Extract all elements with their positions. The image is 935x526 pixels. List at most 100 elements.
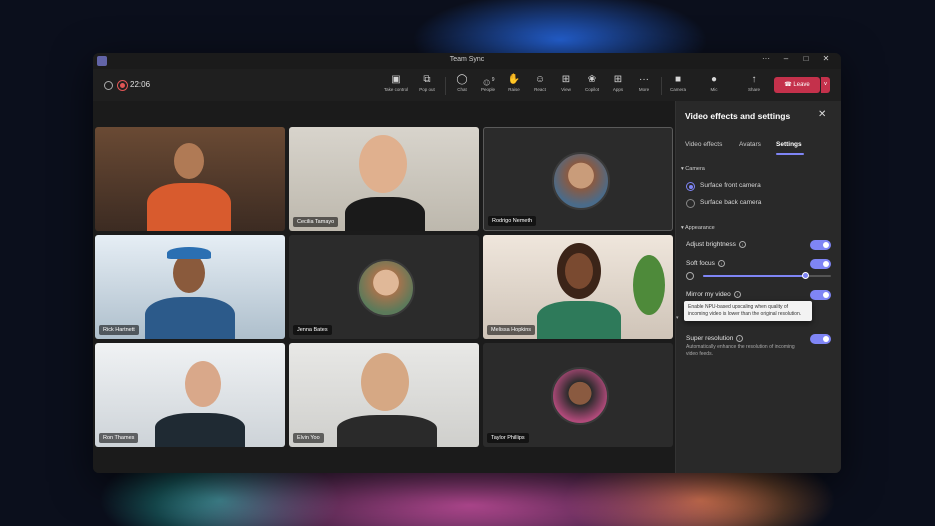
leave-button[interactable]: ☎ Leave [774, 77, 820, 93]
participant-avatar [552, 152, 610, 210]
react-button[interactable]: ☺ React [527, 74, 553, 98]
radio-surface-front-camera[interactable] [686, 182, 695, 191]
participant-name: Elvin Yoo [293, 433, 324, 443]
participant-video [337, 415, 437, 447]
surface-front-camera-label: Surface front camera [700, 182, 761, 189]
react-label: React [534, 87, 546, 92]
video-tile[interactable]: Jenna Bates [289, 235, 479, 339]
more-icon: ··· [639, 74, 649, 85]
maximize-button[interactable]: □ [799, 54, 813, 63]
more-options-icon[interactable]: ··· [759, 54, 773, 63]
video-tile[interactable]: Melissa Hopkins [483, 235, 673, 339]
participant-face [185, 361, 221, 407]
super-resolution-description: Automatically enhance the resolution of … [686, 344, 795, 357]
meeting-timer: 22:06 [130, 80, 151, 89]
participant-video [345, 197, 425, 231]
mirror-my-video-toggle[interactable] [810, 290, 831, 300]
plant [633, 255, 665, 315]
super-resolution-text: Super resolution [686, 335, 734, 343]
share-icon: ↑ [751, 74, 757, 85]
people-icon-wrap: ☺9 [475, 74, 501, 88]
meeting-toolbar: 22:06 ▣ Take control ⧉ Pop out ◯ Chat ☺9… [93, 69, 841, 102]
video-tile[interactable]: Elvin Yoo [289, 343, 479, 447]
super-resolution-toggle[interactable] [810, 334, 831, 344]
video-tile[interactable]: Cecilia Tamayo [289, 127, 479, 231]
close-panel-icon[interactable]: ✕ [818, 109, 826, 120]
window-title: Team Sync [449, 56, 485, 63]
soft-focus-toggle[interactable] [810, 259, 831, 269]
camera-label: Camera [669, 87, 686, 92]
participant-face [361, 353, 409, 411]
surface-back-camera-label: Surface back camera [700, 199, 762, 206]
more-button[interactable]: ··· More [631, 74, 657, 98]
video-tile[interactable]: Rick Hartnett [95, 235, 285, 339]
phone-icon: ☎ [784, 82, 792, 88]
copilot-label: Copilot [584, 87, 599, 92]
copilot-button[interactable]: ❀ Copilot [579, 74, 605, 98]
apps-icon: ⊞ [613, 74, 623, 85]
adjust-brightness-text: Adjust brightness [686, 241, 736, 249]
adjust-brightness-toggle[interactable] [810, 240, 831, 250]
raise-hand-icon: ✋ [507, 74, 521, 85]
appearance-section-label: Appearance [685, 225, 715, 231]
apps-button[interactable]: ⊞ Apps [605, 74, 631, 98]
participant-name: Rick Hartnett [99, 325, 139, 335]
radio-surface-back-camera[interactable] [686, 199, 695, 208]
mic-icon: ● [710, 74, 718, 85]
participant-name: Cecilia Tamayo [293, 217, 339, 227]
tooltip-pointer-icon: ▾ [676, 315, 679, 321]
participant-name: Taylor Phillips [487, 433, 529, 443]
take-control-label: Take control [383, 87, 409, 92]
chat-label: Chat [457, 87, 467, 92]
chat-button[interactable]: ◯ Chat [449, 74, 475, 98]
pop-out-label: Pop out [419, 87, 435, 92]
tab-video-effects[interactable]: Video effects [685, 141, 722, 148]
camera-section-header[interactable]: ▾ Camera [681, 166, 705, 172]
participant-video [145, 297, 235, 339]
appearance-section-header[interactable]: ▾ Appearance [681, 225, 715, 231]
video-tile[interactable]: Taylor Phillips [483, 343, 673, 447]
soft-focus-slider-thumb[interactable] [801, 272, 809, 279]
teams-meeting-window: Team Sync ··· – □ ✕ 22:06 ▣ Take control… [93, 53, 841, 473]
camera-button[interactable]: ■ Camera [665, 74, 691, 98]
mic-label: Mic [710, 87, 718, 92]
camera-icon: ■ [674, 74, 682, 85]
video-tile[interactable] [95, 127, 285, 231]
close-window-button[interactable]: ✕ [819, 54, 833, 63]
chat-icon: ◯ [456, 74, 468, 85]
mic-button[interactable]: ● Mic [701, 74, 727, 98]
raise-hand-button[interactable]: ✋ Raise [501, 74, 527, 98]
video-tile[interactable]: Rodrigo Nemeth [483, 127, 673, 231]
participant-video [147, 183, 231, 231]
share-button[interactable]: ↑ Share [741, 74, 767, 98]
leave-options-chevron-icon[interactable]: ˅ [821, 77, 830, 93]
video-stage: Cecilia Tamayo Rodrigo Nemeth Rick Hartn… [93, 101, 675, 473]
soft-focus-slider[interactable] [703, 272, 831, 279]
soft-focus-text: Soft focus [686, 260, 715, 268]
more-label: More [638, 87, 650, 92]
tab-avatars[interactable]: Avatars [739, 141, 761, 148]
view-button[interactable]: ⊞ View [553, 74, 579, 98]
view-icon: ⊞ [561, 74, 571, 85]
participant-video [537, 301, 621, 339]
minimize-button[interactable]: – [779, 54, 793, 63]
participant-avatar [357, 259, 415, 317]
camera-section-label: Camera [685, 166, 705, 172]
info-icon[interactable]: i [717, 260, 725, 267]
share-label: Share [747, 87, 760, 92]
people-button[interactable]: ☺9 People [475, 74, 501, 98]
info-icon[interactable]: i [733, 291, 741, 298]
raise-label: Raise [508, 87, 520, 92]
info-icon[interactable]: i [738, 241, 746, 248]
tab-settings[interactable]: Settings [776, 141, 802, 148]
take-control-button[interactable]: ▣ Take control [383, 74, 409, 98]
video-tile[interactable]: Ron Thames [95, 343, 285, 447]
info-icon[interactable]: i [736, 335, 744, 342]
pop-out-button[interactable]: ⧉ Pop out [414, 74, 440, 98]
soft-focus-slider-icon [686, 272, 694, 280]
recording-icon [117, 80, 128, 91]
people-count: 9 [491, 77, 495, 83]
participant-name: Melissa Hopkins [487, 325, 536, 335]
participant-name: Jenna Bates [293, 325, 332, 335]
title-bar: Team Sync ··· – □ ✕ [93, 53, 841, 69]
